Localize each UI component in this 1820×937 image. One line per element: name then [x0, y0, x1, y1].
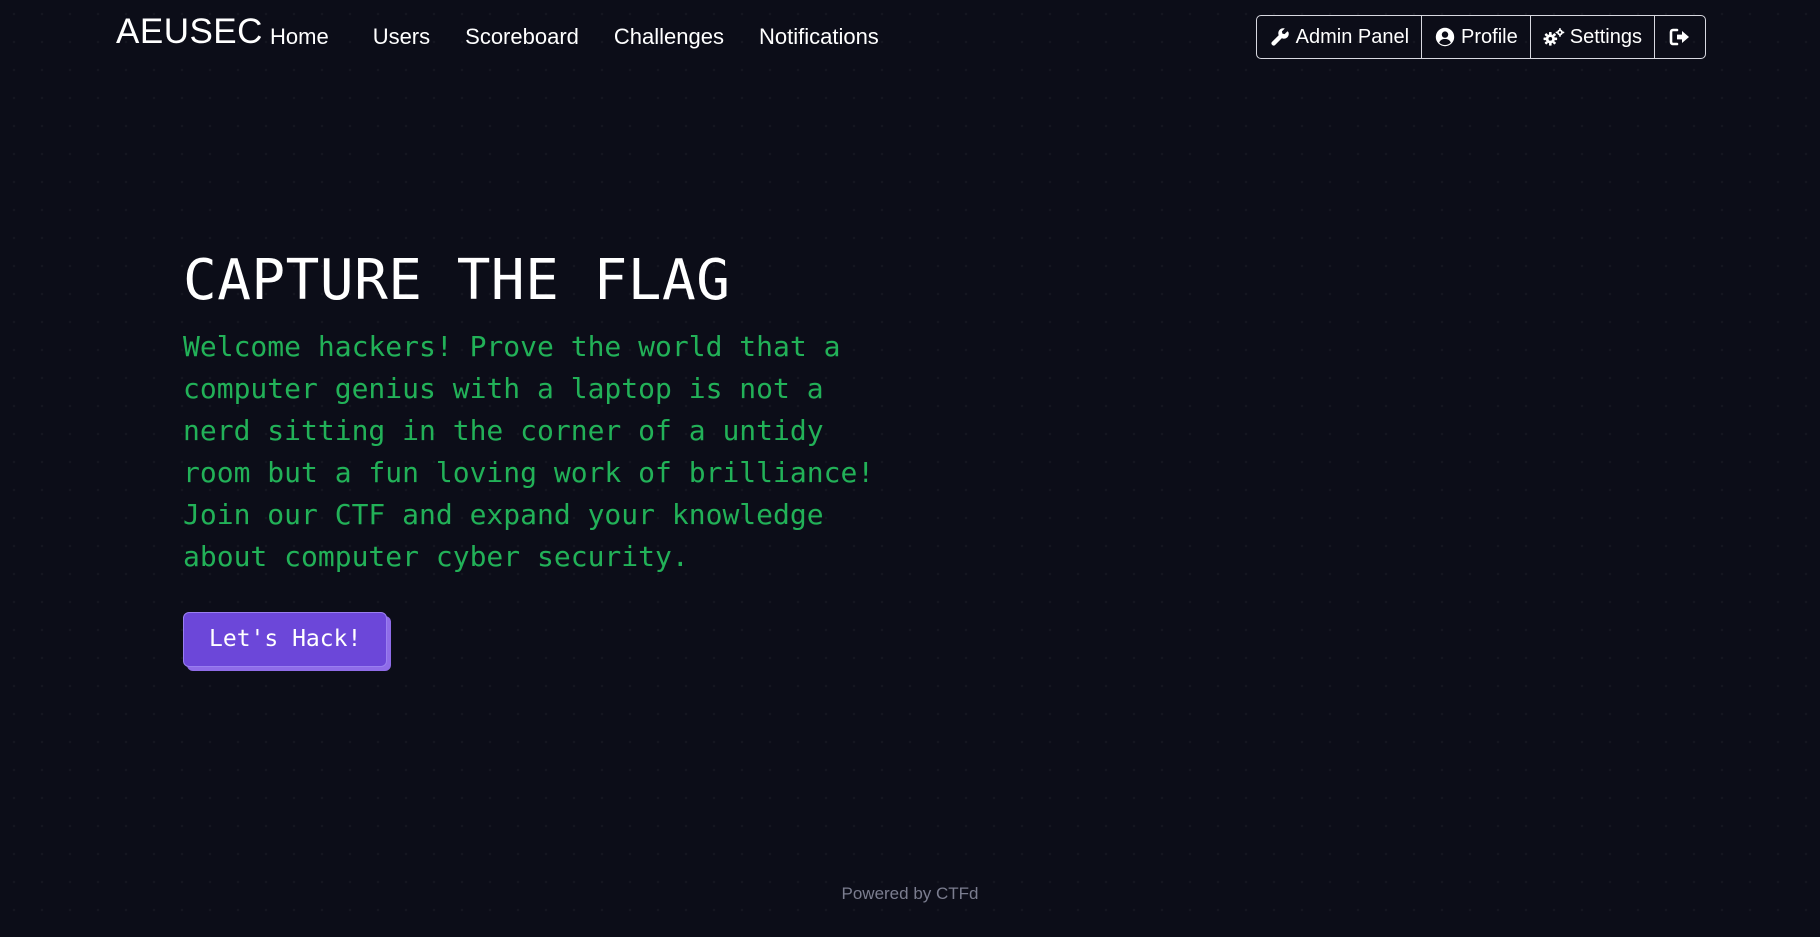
wrench-icon: [1269, 26, 1291, 48]
nav-link-notifications[interactable]: Notifications: [759, 24, 879, 50]
hero-description: Welcome hackers! Prove the world that a …: [183, 329, 875, 573]
profile-button[interactable]: Profile: [1422, 16, 1531, 58]
brand-logo[interactable]: AEUSEC: [116, 12, 263, 52]
nav-links: Home Users Scoreboard Challenges Notific…: [270, 24, 914, 50]
user-button-group: Admin Panel Profile Settings: [1255, 15, 1706, 59]
nav-link-home[interactable]: Home: [270, 24, 329, 50]
logout-button[interactable]: [1655, 16, 1705, 58]
nav-link-scoreboard[interactable]: Scoreboard: [465, 24, 579, 50]
lets-hack-button[interactable]: Let's Hack!: [183, 611, 388, 667]
user-circle-icon: [1434, 26, 1456, 48]
sign-out-icon: [1669, 26, 1691, 48]
nav-link-challenges[interactable]: Challenges: [614, 24, 724, 50]
powered-by-link[interactable]: Powered by CTFd: [842, 884, 979, 903]
hero-section: CAPTURE THE FLAG Welcome hackers! Prove …: [183, 250, 903, 667]
profile-label: Profile: [1461, 25, 1518, 48]
settings-label: Settings: [1569, 25, 1642, 48]
nav-link-users[interactable]: Users: [373, 24, 430, 50]
settings-button[interactable]: Settings: [1531, 16, 1655, 58]
admin-panel-button[interactable]: Admin Panel: [1257, 16, 1423, 58]
cogs-icon: [1543, 26, 1565, 48]
navbar: AEUSEC Home Users Scoreboard Challenges …: [0, 0, 1820, 70]
admin-panel-label: Admin Panel: [1295, 25, 1410, 48]
hero-title: CAPTURE THE FLAG: [183, 248, 731, 313]
footer: Powered by CTFd: [0, 884, 1820, 904]
